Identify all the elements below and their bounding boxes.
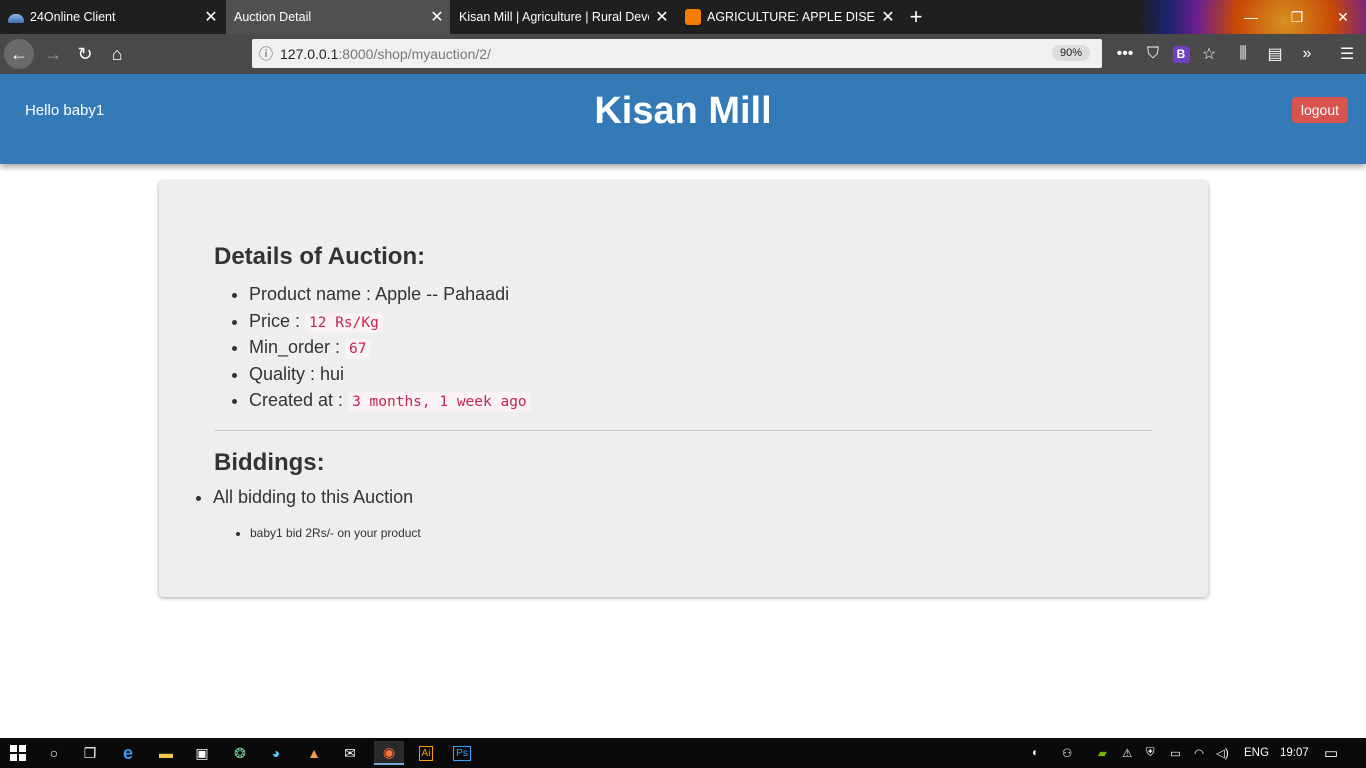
list-item: All bidding to this Auction xyxy=(213,487,413,508)
notification-icon[interactable]: ▭ xyxy=(1324,738,1338,768)
list-item: Product name : Apple -- Pahaadi xyxy=(249,281,531,308)
close-window-icon[interactable]: ✕ xyxy=(1320,0,1366,34)
wifi-icon[interactable]: ◠ xyxy=(1194,738,1204,768)
bid-entries-list: baby1 bid 2Rs/- on your product xyxy=(250,526,421,540)
new-tab-plus-icon[interactable]: + xyxy=(904,4,928,30)
created-at-value: 3 months, 1 week ago xyxy=(348,392,531,412)
url-bar[interactable]: ⓘ 127.0.0.1:8000/shop/myauction/2/ 90% xyxy=(252,39,1102,68)
page-actions-icon[interactable]: ••• xyxy=(1112,41,1138,67)
bookmark-star-icon[interactable]: ☆ xyxy=(1196,41,1222,67)
language-indicator[interactable]: ENG xyxy=(1244,738,1269,768)
zoom-indicator[interactable]: 90% xyxy=(1051,45,1090,61)
bid-entry: baby1 bid 2Rs/- on your product xyxy=(250,526,421,540)
security-icon[interactable]: ⛨ xyxy=(1146,738,1155,768)
forward-arrow-icon[interactable]: → xyxy=(38,39,68,69)
app-icon[interactable]: ❂ xyxy=(228,741,252,765)
sidebar-icon[interactable]: ▤ xyxy=(1262,41,1288,67)
list-item: Min_order : 67 xyxy=(249,334,531,361)
hamburger-menu-icon[interactable]: ☰ xyxy=(1334,41,1360,67)
back-arrow-icon[interactable]: ← xyxy=(4,39,34,69)
photoshop-icon[interactable]: Ps xyxy=(450,741,474,765)
url-host: 127.0.0.1 xyxy=(280,45,339,62)
firefox-icon[interactable]: ◉ xyxy=(374,741,404,765)
tab-kisan-mill[interactable]: Kisan Mill | Agriculture | Rural Deve ✕ xyxy=(451,0,675,34)
close-icon[interactable]: ✕ xyxy=(875,7,901,27)
restore-icon[interactable]: ❐ xyxy=(1274,0,1320,34)
close-icon[interactable]: ✕ xyxy=(198,7,224,27)
min-order-value: 67 xyxy=(345,339,371,359)
quality-value: hui xyxy=(320,363,345,384)
browser-nav-bar: ← → ↻ ⌂ ⓘ 127.0.0.1:8000/shop/myauction/… xyxy=(0,34,1366,74)
clock[interactable]: 19:07 xyxy=(1280,738,1309,768)
mail-icon[interactable]: ✉ xyxy=(338,741,362,765)
close-icon[interactable]: ✕ xyxy=(649,7,675,27)
tab-agriculture-blog[interactable]: AGRICULTURE: APPLE DISEASE ✕ xyxy=(677,0,901,34)
cloud-icon xyxy=(8,13,24,23)
biddings-heading: Biddings: xyxy=(214,449,325,476)
list-item: Price : 12 Rs/Kg xyxy=(249,308,531,335)
browser-tab-strip: 24Online Client ✕ Auction Detail ✕ Kisan… xyxy=(0,0,1366,74)
home-icon[interactable]: ⌂ xyxy=(102,39,132,69)
library-icon[interactable]: ⫼ xyxy=(1230,41,1256,67)
blogger-icon xyxy=(685,9,701,25)
auction-details-heading: Details of Auction: xyxy=(214,243,426,270)
network-warning-icon[interactable]: ⚠ xyxy=(1122,738,1132,768)
tab-label: 24Online Client xyxy=(30,10,116,24)
nvidia-icon[interactable]: ▰ xyxy=(1098,738,1107,768)
minimize-icon[interactable]: — xyxy=(1228,0,1274,34)
cortana-search-icon[interactable]: ○ xyxy=(42,741,66,765)
list-item: Created at : 3 months, 1 week ago xyxy=(249,387,531,414)
tray-app-icon[interactable]: ◐ xyxy=(1032,738,1039,768)
chrome-icon[interactable]: ◕ xyxy=(264,741,288,765)
pocket-icon[interactable]: ⛉ xyxy=(1140,41,1166,67)
overflow-chevrons-icon[interactable]: » xyxy=(1294,41,1320,67)
windows-start-icon[interactable] xyxy=(6,741,30,765)
auction-details-list: Product name : Apple -- Pahaadi Price : … xyxy=(249,281,531,414)
store-icon[interactable]: ▣ xyxy=(190,741,214,765)
tab-label: Auction Detail xyxy=(234,10,312,24)
reload-icon[interactable]: ↻ xyxy=(70,39,100,69)
tab-24online[interactable]: 24Online Client ✕ xyxy=(0,0,224,34)
info-icon[interactable]: ⓘ xyxy=(252,44,280,64)
biddings-list: All bidding to this Auction xyxy=(213,487,413,508)
divider xyxy=(214,430,1152,431)
windows-taskbar: ○ ❐ e ▬ ▣ ❂ ◕ ▲ ✉ ◉ Ai Ps ◐ ⚇ ▰ ⚠ ⛨ ▭ ◠ … xyxy=(0,738,1366,768)
close-icon[interactable]: ✕ xyxy=(424,7,450,27)
tab-label: AGRICULTURE: APPLE DISEASE xyxy=(707,10,875,24)
price-value: 12 Rs/Kg xyxy=(305,312,383,333)
file-explorer-icon[interactable]: ▬ xyxy=(154,741,178,765)
product-name-value: Apple -- Pahaadi xyxy=(375,284,510,304)
site-header: Hello baby1 Kisan Mill logout xyxy=(0,74,1366,164)
logout-button[interactable]: logout xyxy=(1291,97,1348,123)
edge-icon[interactable]: e xyxy=(116,741,140,765)
list-item: Quality : hui xyxy=(249,361,531,388)
illustrator-icon[interactable]: Ai xyxy=(414,741,438,765)
site-brand[interactable]: Kisan Mill xyxy=(0,90,1366,133)
tab-auction-detail[interactable]: Auction Detail ✕ xyxy=(226,0,450,34)
auction-detail-card: Details of Auction: Product name : Apple… xyxy=(159,181,1208,597)
task-view-icon[interactable]: ❐ xyxy=(78,741,102,765)
bootstrap-extension-icon[interactable]: B xyxy=(1168,41,1194,67)
url-path: :8000/shop/myauction/2/ xyxy=(338,45,491,62)
battery-icon[interactable]: ▭ xyxy=(1170,738,1181,768)
volume-icon[interactable]: ◁) xyxy=(1216,738,1229,768)
tab-label: Kisan Mill | Agriculture | Rural Deve xyxy=(459,10,649,24)
people-icon[interactable]: ⚇ xyxy=(1062,738,1072,768)
vlc-icon[interactable]: ▲ xyxy=(302,741,326,765)
